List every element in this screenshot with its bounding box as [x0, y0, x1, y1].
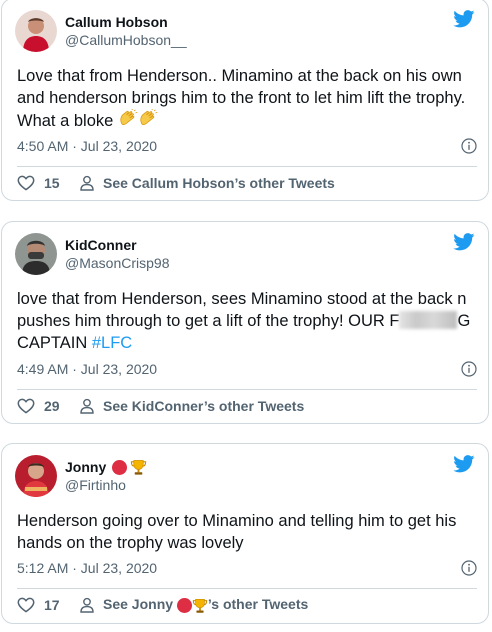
user-handle[interactable]: @MasonCrisp98	[65, 254, 169, 273]
avatar[interactable]	[15, 10, 57, 52]
info-icon[interactable]	[461, 138, 477, 154]
info-icon[interactable]	[461, 560, 477, 576]
other-tweets-link[interactable]: See Callum Hobson’s other Tweets	[79, 175, 335, 191]
like-button[interactable]: 15	[17, 175, 79, 191]
tweet-card[interactable]: Callum Hobson @CallumHobson__ Love that …	[1, 0, 489, 201]
heart-icon	[17, 175, 35, 191]
avatar[interactable]	[15, 455, 57, 497]
tweet-header: Jonny @Firtinho	[15, 455, 475, 501]
twitter-bird-icon[interactable]	[453, 455, 475, 473]
person-icon	[79, 597, 95, 613]
clapping-hands-emoji	[118, 109, 138, 129]
info-icon[interactable]	[461, 361, 477, 377]
like-count: 29	[44, 398, 60, 414]
divider	[17, 389, 477, 390]
like-button[interactable]: 17	[17, 597, 79, 613]
tweet-actions: 29 See KidConner’s other Tweets	[17, 395, 477, 417]
tweet-timestamp[interactable]: 5:12 AM · Jul 23, 2020	[17, 558, 479, 578]
hashtag-link[interactable]: #LFC	[92, 334, 132, 352]
like-count: 15	[44, 175, 60, 191]
avatar[interactable]	[15, 233, 57, 275]
person-icon	[79, 398, 95, 414]
twitter-bird-icon[interactable]	[453, 233, 475, 251]
display-name[interactable]: Callum Hobson	[65, 13, 187, 31]
heart-icon	[17, 597, 35, 613]
tweet-text: love that from Henderson, sees Minamino …	[17, 290, 471, 352]
tweet-card[interactable]: Jonny @Firtinho Henderson going over to …	[1, 443, 489, 624]
censored-text-blur	[399, 311, 458, 329]
tweet-timestamp[interactable]: 4:50 AM · Jul 23, 2020	[17, 136, 479, 156]
red-circle-emoji	[112, 459, 128, 475]
heart-icon	[17, 398, 35, 414]
display-name[interactable]: Jonny	[65, 458, 147, 476]
divider	[17, 588, 477, 589]
red-circle-emoji	[176, 598, 192, 614]
user-handle[interactable]: @Firtinho	[65, 476, 147, 495]
clapping-hands-emoji	[138, 109, 158, 129]
tweet-actions: 15 See Callum Hobson’s other Tweets	[17, 172, 477, 194]
user-handle[interactable]: @CallumHobson__	[65, 31, 187, 50]
like-button[interactable]: 29	[17, 398, 79, 414]
display-name[interactable]: KidConner	[65, 236, 169, 254]
tweet-timestamp[interactable]: 4:49 AM · Jul 23, 2020	[17, 359, 479, 379]
trophy-emoji	[192, 598, 208, 614]
person-icon	[79, 175, 95, 191]
tweet-text: Henderson going over to Minamino and tel…	[17, 512, 457, 552]
trophy-emoji	[130, 459, 147, 476]
divider	[17, 166, 477, 167]
like-count: 17	[44, 597, 60, 613]
tweet-text: Love that from Henderson.. Minamino at t…	[17, 67, 466, 130]
tweet-actions: 17 See Jonny ’s other Tweets	[17, 594, 477, 616]
twitter-bird-icon[interactable]	[453, 10, 475, 28]
other-tweets-link[interactable]: See Jonny ’s other Tweets	[79, 596, 308, 614]
tweet-header: KidConner @MasonCrisp98	[15, 233, 475, 279]
tweet-card[interactable]: KidConner @MasonCrisp98 love that from H…	[1, 221, 489, 424]
tweet-header: Callum Hobson @CallumHobson__	[15, 10, 475, 56]
other-tweets-link[interactable]: See KidConner’s other Tweets	[79, 398, 304, 414]
